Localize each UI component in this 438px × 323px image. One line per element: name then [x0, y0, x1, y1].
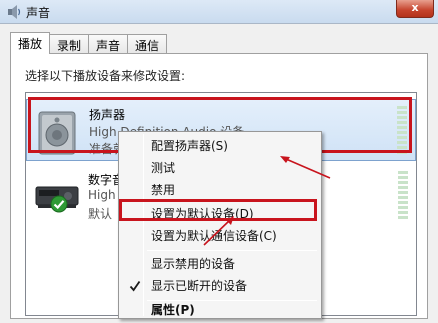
- context-menu: 配置扬声器(S) 测试 禁用 设置为默认设备(D) 设置为默认通信设备(C) 显…: [118, 131, 322, 319]
- menu-item-label: 显示已断开的设备: [151, 279, 248, 293]
- device-status: 默认: [88, 207, 113, 221]
- tab-communications[interactable]: 通信: [127, 34, 168, 54]
- menu-item-show-disconnected[interactable]: 显示已断开的设备: [121, 276, 319, 296]
- menu-item-set-default-device[interactable]: 设置为默认设备(D): [121, 204, 319, 224]
- menu-item-disable[interactable]: 禁用: [121, 180, 319, 200]
- tab-sounds[interactable]: 声音: [88, 34, 129, 54]
- window-title: 声音: [26, 6, 51, 20]
- menu-item-properties[interactable]: 属性(P): [121, 300, 319, 320]
- volume-level-meter: [397, 106, 407, 156]
- green-check-icon: [50, 195, 68, 213]
- close-button[interactable]: x: [396, 0, 434, 18]
- tab-recording[interactable]: 录制: [49, 34, 90, 54]
- device-description: High: [88, 188, 116, 202]
- speaker-app-icon: [8, 5, 21, 19]
- menu-item-show-disabled[interactable]: 显示禁用的设备: [121, 254, 319, 274]
- menu-item-test[interactable]: 测试: [121, 158, 319, 178]
- instruction-text: 选择以下播放设备来修改设置:: [25, 69, 186, 83]
- device-name: 扬声器: [89, 108, 126, 122]
- menu-separator: [147, 250, 317, 251]
- tab-strip: 播放 录制 声音 通信: [10, 32, 168, 54]
- menu-item-configure-speakers[interactable]: 配置扬声器(S): [121, 136, 319, 156]
- speaker-icon: [38, 111, 76, 155]
- title-bar: 声音 x: [0, 0, 438, 24]
- menu-item-set-default-communication[interactable]: 设置为默认通信设备(C): [121, 226, 319, 246]
- volume-level-meter: [398, 171, 408, 221]
- tab-playback[interactable]: 播放: [10, 32, 51, 54]
- checkmark-icon: [129, 280, 141, 292]
